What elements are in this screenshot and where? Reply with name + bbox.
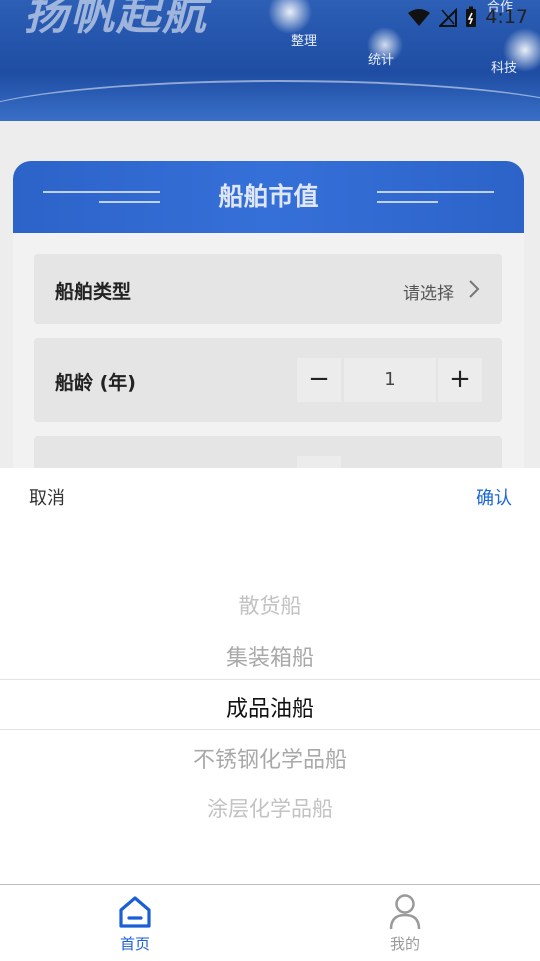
picker-option[interactable]: 散货船 (0, 590, 540, 620)
banner-title: 扬帆起航 (24, 0, 208, 40)
confirm-button[interactable]: 确认 (476, 484, 512, 510)
tab-mine[interactable]: 我的 (360, 885, 450, 961)
chevron-right-icon (469, 280, 480, 298)
tab-home-label: 首页 (119, 935, 150, 953)
card-title: 船舶市值 (218, 182, 319, 211)
picker-option[interactable]: 涂层化学品船 (0, 793, 540, 823)
picker-option-selected[interactable]: 成品油船 (0, 691, 540, 723)
tab-mine-label: 我的 (389, 935, 420, 953)
banner-label-technology: 科技 (491, 61, 518, 76)
ship-type-row[interactable]: 船舶类型 请选择 (34, 254, 502, 324)
ship-value-card: 船舶市值 船舶类型 请选择 船龄 (年) − 1 + (13, 161, 524, 481)
ship-age-row: 船龄 (年) − 1 + (34, 338, 502, 422)
ship-type-value: 请选择 (403, 284, 454, 304)
main-content: 船舶市值 船舶类型 请选择 船龄 (年) − 1 + (0, 121, 540, 481)
increment-button[interactable]: + (438, 358, 482, 402)
ship-age-input[interactable]: 1 (344, 358, 436, 402)
status-bar: 4:17 (407, 4, 528, 30)
picker-option[interactable]: 不锈钢化学品船 (0, 742, 540, 774)
decrement-button[interactable]: − (297, 358, 341, 402)
bottom-tab-bar: 首页 我的 (0, 884, 540, 961)
ship-type-label: 船舶类型 (55, 281, 132, 303)
signal-icon (439, 7, 458, 27)
wifi-icon (408, 9, 431, 26)
status-time: 4:17 (485, 6, 528, 28)
cancel-button[interactable]: 取消 (29, 484, 65, 510)
battery-icon (466, 6, 477, 27)
home-icon (119, 896, 151, 928)
picker-selection-top (0, 679, 540, 680)
tab-home[interactable]: 首页 (90, 885, 180, 961)
header-banner: 扬帆起航 整理 统计 科技 合作 4:17 (0, 0, 540, 121)
user-icon (389, 894, 421, 930)
banner-label-organize: 整理 (291, 34, 318, 49)
banner-label-statistics: 统计 (368, 53, 395, 68)
ship-age-label: 船龄 (年) (55, 372, 136, 394)
ship-type-picker: 取消 确认 散货船 集装箱船 成品油船 不锈钢化学品船 涂层化学品船 (0, 468, 540, 884)
banner-decoration (0, 80, 540, 121)
picker-option[interactable]: 集装箱船 (0, 640, 540, 672)
card-header: 船舶市值 (13, 161, 524, 233)
picker-selection-bottom (0, 729, 540, 730)
